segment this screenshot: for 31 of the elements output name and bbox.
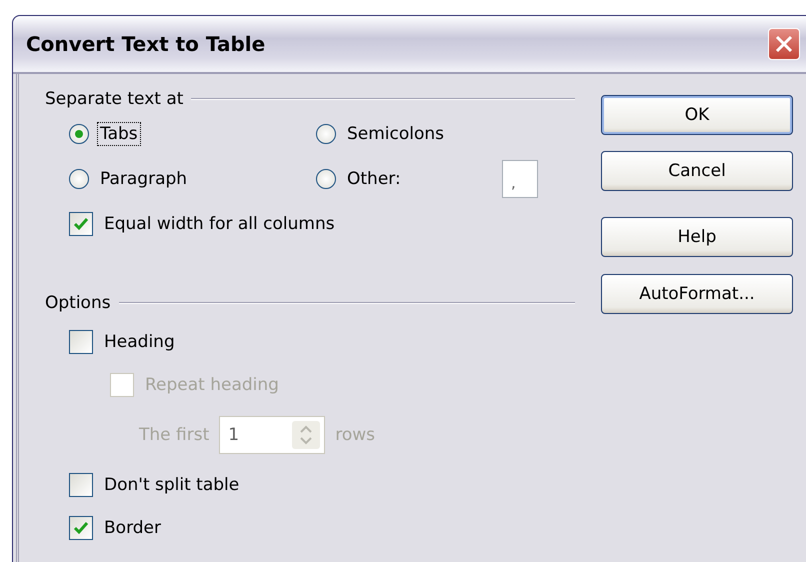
close-button[interactable] [768,28,800,60]
radio-button[interactable] [69,124,89,144]
field-suffix: rows [335,425,376,445]
radio-option[interactable]: Other: [316,167,502,191]
spin-arrows-icon [292,421,320,449]
other-separator-field[interactable]: , [502,160,538,198]
dialog-button[interactable]: Help [601,217,793,257]
dialog-button[interactable]: Cancel [601,151,793,191]
dialog-button[interactable]: OK [601,95,793,135]
check-icon [73,217,89,231]
dialog-button[interactable]: AutoFormat... [601,274,793,314]
checkbox-option[interactable]: Don't split table [69,473,575,497]
checkbox[interactable] [69,516,93,540]
window-title: Convert Text to Table [26,32,266,56]
checkbox[interactable] [69,212,93,236]
group-label: Separate text at [45,89,184,109]
checkbox-option[interactable]: Heading [69,330,575,354]
checkbox[interactable] [69,330,93,354]
radio-option[interactable]: Tabs [69,122,316,146]
group-label: Options [45,293,111,313]
close-icon [774,34,794,54]
radio-option[interactable]: Semicolons [316,122,502,146]
radio-option[interactable]: Paragraph [69,167,316,191]
checkbox[interactable] [69,473,93,497]
radio-button[interactable] [316,124,336,144]
field-label: The first [139,425,210,445]
check-icon [73,521,89,535]
radio-button[interactable] [316,169,336,189]
checkbox-option[interactable]: Equal width for all columns [69,212,575,236]
checkbox-option[interactable]: Border [69,516,575,540]
radio-button[interactable] [69,169,89,189]
